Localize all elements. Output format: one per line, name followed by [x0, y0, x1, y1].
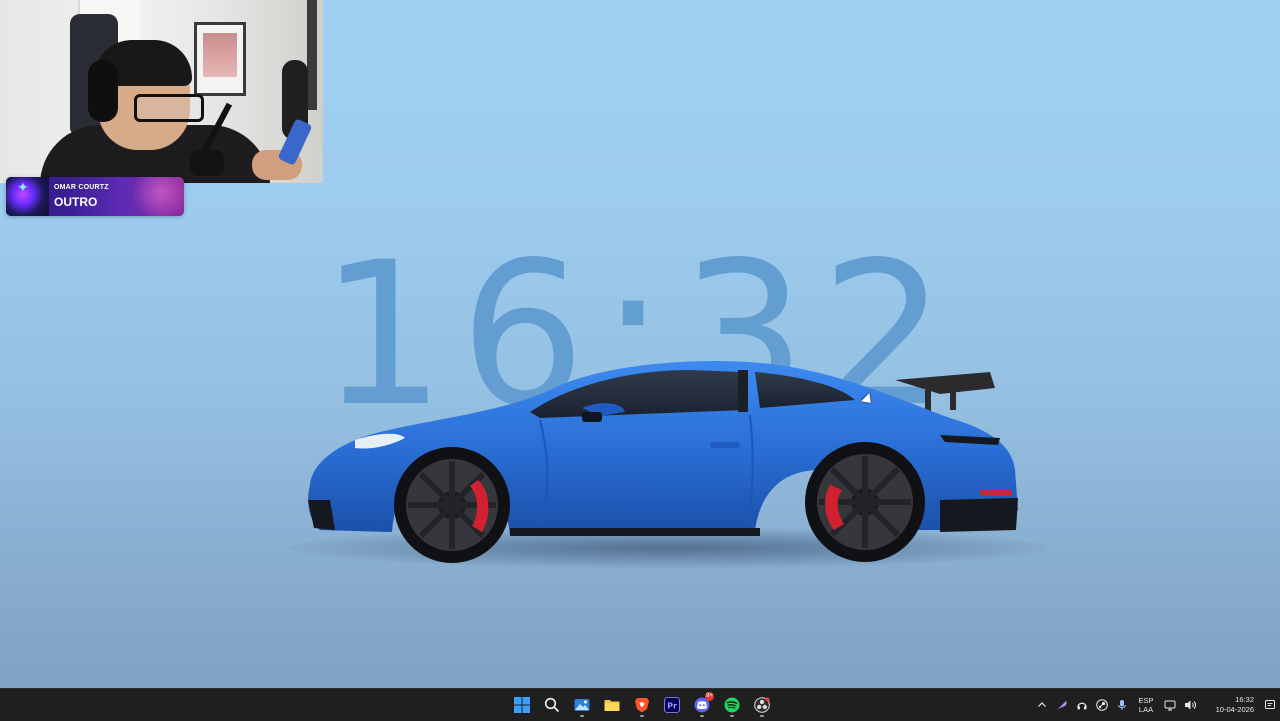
brave-lion-icon — [635, 698, 649, 713]
feather-pen-icon[interactable] — [1052, 689, 1072, 721]
taskbar: Pr 9+ ESP LAA 16:32 10-04-2026 — [0, 688, 1280, 721]
spotify-app[interactable] — [720, 692, 744, 718]
now-playing-track: OUTRO — [54, 195, 98, 209]
notification-center-button[interactable] — [1260, 689, 1280, 721]
network-icon[interactable] — [1160, 689, 1180, 721]
keyboard-layout-code: LAA — [1138, 705, 1154, 714]
spotify-icon — [724, 697, 740, 713]
premiere-pro-app[interactable]: Pr — [660, 692, 684, 718]
taskbar-apps: Pr 9+ — [510, 689, 774, 721]
now-playing-widget: ✦ OMAR COURTZ OUTRO — [6, 177, 184, 216]
album-art: ✦ — [6, 177, 49, 216]
svg-text:Pr: Pr — [667, 701, 677, 710]
butterfly-icon: ✦ — [17, 180, 29, 196]
taskbar-time: 16:32 — [1235, 695, 1254, 704]
start-button[interactable] — [510, 692, 534, 718]
taskbar-clock[interactable]: 16:32 10-04-2026 — [1200, 695, 1254, 715]
system-tray: ESP LAA 16:32 10-04-2026 — [1032, 689, 1280, 721]
notification-icon — [1265, 700, 1275, 709]
webcam-feed — [0, 0, 323, 183]
file-explorer-app[interactable] — [600, 692, 624, 718]
obs-app[interactable] — [750, 692, 774, 718]
brave-browser-app[interactable] — [630, 692, 654, 718]
microphone-icon[interactable] — [1112, 689, 1132, 721]
search-icon — [544, 697, 560, 713]
car-wallpaper-image — [308, 361, 1019, 563]
taskbar-date: 10-04-2026 — [1215, 705, 1254, 714]
windows-logo-icon — [514, 697, 530, 713]
discord-app[interactable]: 9+ — [690, 692, 714, 718]
language-code: ESP — [1138, 696, 1154, 705]
premiere-icon: Pr — [664, 697, 680, 713]
discord-badge: 9+ — [705, 692, 714, 701]
desktop[interactable]: 16:32 ✦ OMAR COURTZ OUTRO — [0, 0, 1280, 688]
search-button[interactable] — [540, 692, 564, 718]
input-language-indicator[interactable]: ESP LAA — [1132, 696, 1160, 714]
steam-icon[interactable] — [1092, 689, 1112, 721]
now-playing-artist: OMAR COURTZ — [54, 184, 109, 191]
volume-icon[interactable] — [1180, 689, 1200, 721]
headphones-icon[interactable] — [1072, 689, 1092, 721]
photos-app[interactable] — [570, 692, 594, 718]
show-hidden-icons-chevron-up-icon[interactable] — [1032, 689, 1052, 721]
obs-icon — [754, 697, 770, 713]
photos-icon — [574, 699, 590, 711]
folder-icon — [604, 700, 620, 711]
